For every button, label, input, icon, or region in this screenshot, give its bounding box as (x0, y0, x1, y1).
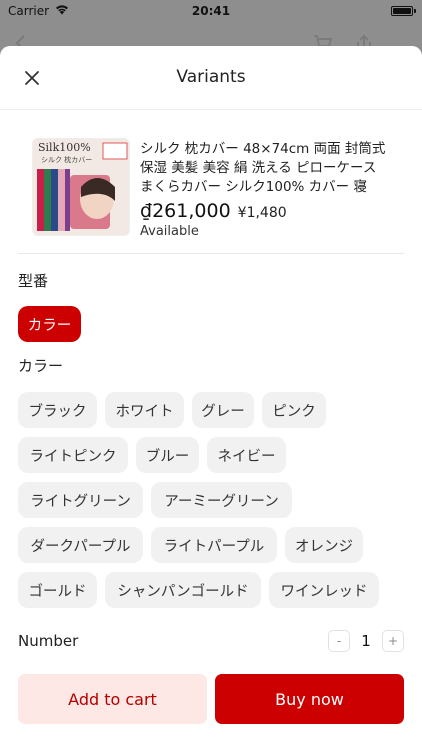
option-chip-white[interactable]: ホワイト (105, 392, 184, 428)
buy-now-button[interactable]: Buy now (215, 674, 404, 724)
variants-sheet: Variants Silk100% シルク 枕カバー シルク 枕カバー 48×7… (0, 46, 422, 750)
price-vnd: ₫261,000 (140, 200, 231, 222)
group-label-model: 型番 (18, 272, 49, 290)
option-chip-light-purple[interactable]: ライトパープル (151, 527, 277, 563)
product-name: シルク 枕カバー 48×74cm 両面 封筒式 保湿 美髪 美容 絹 洗える ピ… (140, 141, 386, 195)
price-jpy: ¥1,480 (237, 205, 287, 221)
sheet-title: Variants (176, 67, 246, 87)
sheet-header: Variants (0, 46, 422, 110)
option-chip-model-color[interactable]: カラー (18, 306, 81, 342)
product-summary: Silk100% シルク 枕カバー シルク 枕カバー 48×74cm 両面 封筒… (32, 138, 390, 239)
option-chip-gray[interactable]: グレー (192, 392, 254, 428)
option-chip-champagne-gold[interactable]: シャンパンゴールド (105, 572, 261, 608)
price-row: ₫261,000 ¥1,480 (140, 200, 287, 222)
option-chip-army-green[interactable]: アーミーグリーン (151, 482, 292, 518)
quantity-stepper: - 1 + (328, 630, 404, 652)
sheet-footer: Number - 1 + Add to cart Buy now (0, 616, 422, 750)
option-chip-gold[interactable]: ゴールド (18, 572, 97, 608)
status-bar: Carrier 20:41 (0, 0, 422, 22)
battery-icon (391, 6, 413, 16)
option-chip-orange[interactable]: オレンジ (285, 527, 363, 563)
decrement-button[interactable]: - (328, 630, 350, 652)
option-chip-light-pink[interactable]: ライトピンク (18, 437, 128, 473)
availability-status: Available (140, 224, 199, 239)
group-label-color: カラー (18, 357, 64, 375)
option-chip-dark-purple[interactable]: ダークパープル (18, 527, 143, 563)
option-chip-black[interactable]: ブラック (18, 392, 97, 428)
quantity-label: Number (18, 632, 79, 650)
thumbnail-subtitle: シルク 枕カバー (41, 156, 93, 164)
divider (18, 253, 404, 254)
add-to-cart-button[interactable]: Add to cart (18, 674, 207, 724)
option-chip-light-green[interactable]: ライトグリーン (18, 482, 143, 518)
product-thumbnail: Silk100% シルク 枕カバー (32, 138, 130, 236)
thumbnail-title: Silk100% (38, 141, 91, 154)
quantity-value[interactable]: 1 (354, 632, 378, 650)
increment-button[interactable]: + (382, 630, 404, 652)
battery-tip (414, 9, 416, 13)
option-chip-blue[interactable]: ブルー (136, 437, 199, 473)
option-chip-wine-red[interactable]: ワインレッド (269, 572, 379, 608)
option-chip-navy[interactable]: ネイビー (207, 437, 286, 473)
option-chip-pink[interactable]: ピンク (262, 392, 326, 428)
status-time: 20:41 (191, 4, 231, 18)
